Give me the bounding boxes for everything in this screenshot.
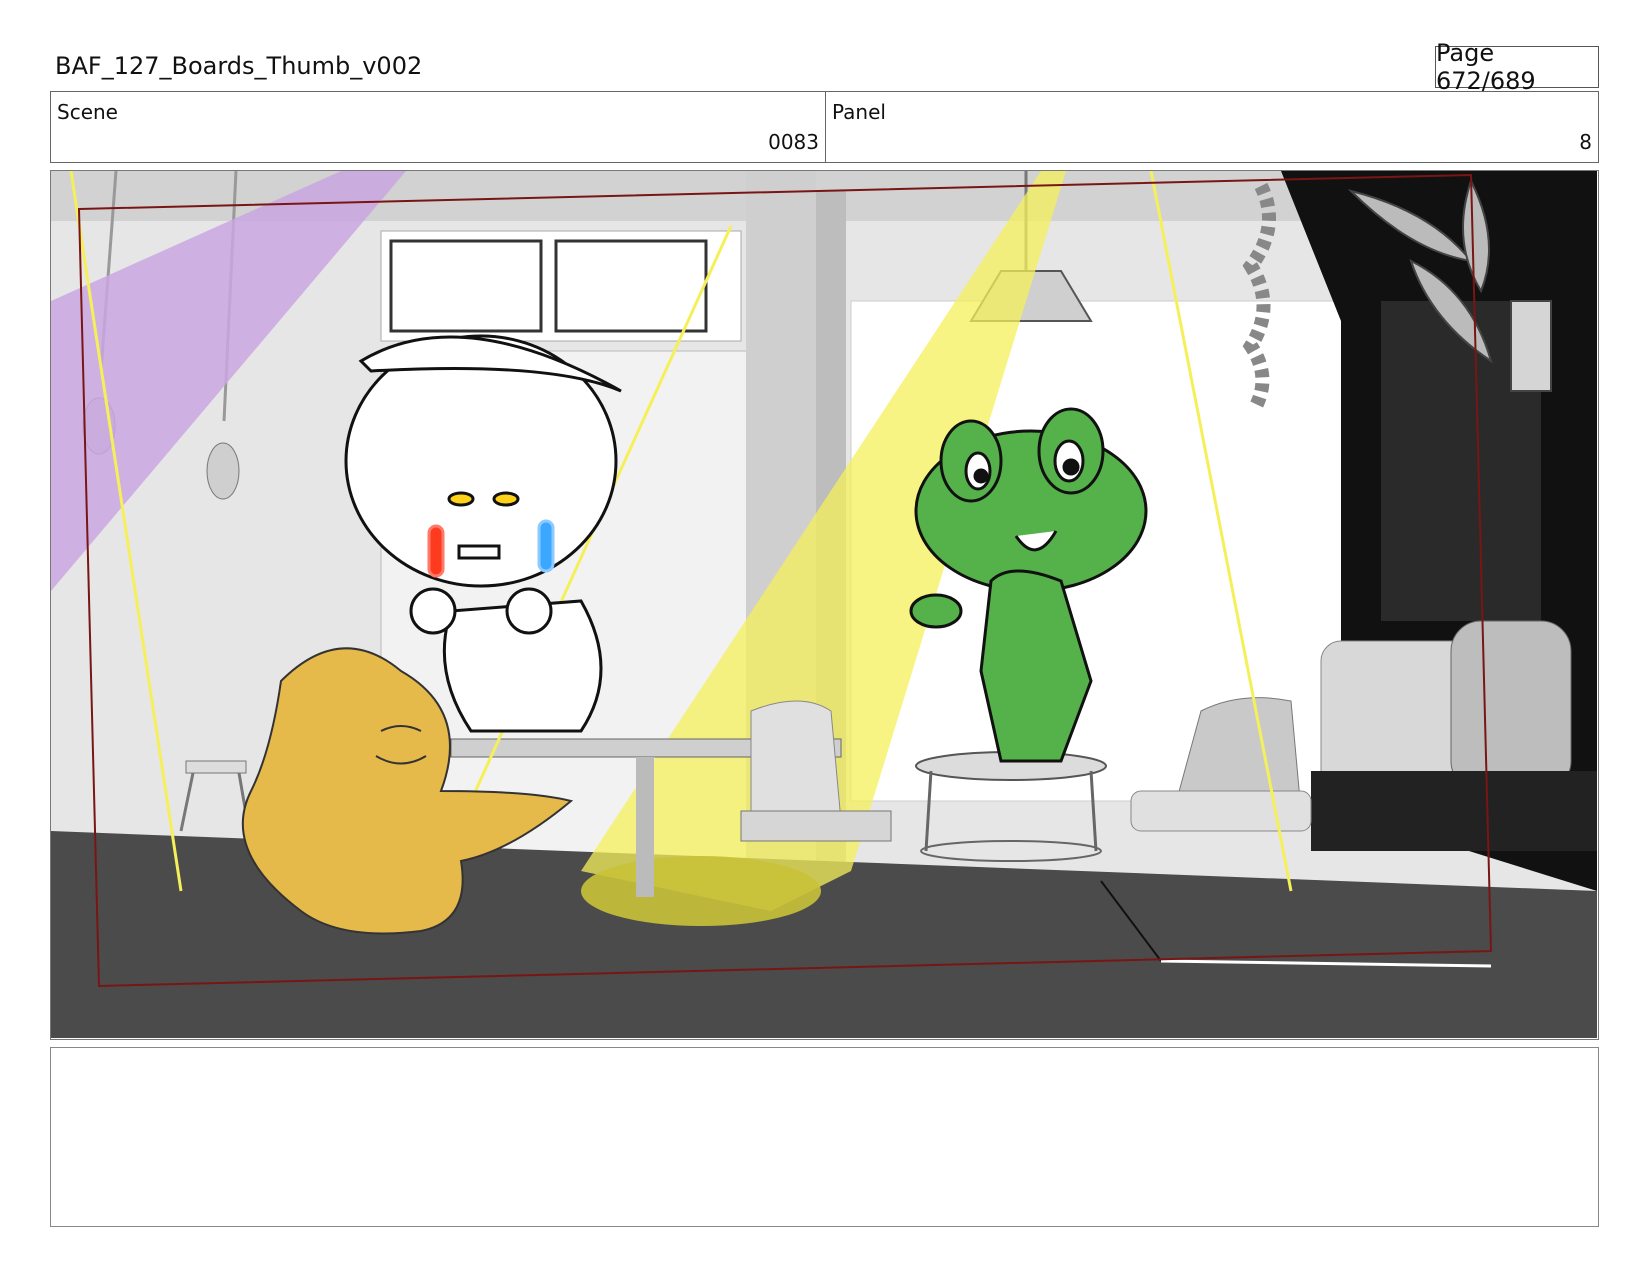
storyboard-drawing bbox=[51, 171, 1597, 1038]
document-title: BAF_127_Boards_Thumb_v002 bbox=[55, 52, 423, 80]
storyboard-frame bbox=[50, 170, 1599, 1040]
scene-panel-info: Scene 0083 Panel 8 bbox=[50, 91, 1599, 163]
panel-cell: Panel 8 bbox=[826, 92, 1598, 162]
page-number: Page 672/689 bbox=[1435, 39, 1599, 95]
panel-value: 8 bbox=[1579, 130, 1592, 154]
scene-value: 0083 bbox=[768, 130, 819, 154]
scene-cell: Scene 0083 bbox=[51, 92, 826, 162]
notes-area bbox=[50, 1047, 1599, 1227]
window-pane bbox=[389, 239, 543, 333]
scene-label: Scene bbox=[57, 100, 118, 124]
sofa bbox=[1311, 620, 1597, 851]
page-number-text: Page 672/689 bbox=[1436, 39, 1536, 95]
spotlight-pool bbox=[581, 856, 821, 926]
panel-label: Panel bbox=[832, 100, 886, 124]
window-pane bbox=[554, 239, 708, 333]
